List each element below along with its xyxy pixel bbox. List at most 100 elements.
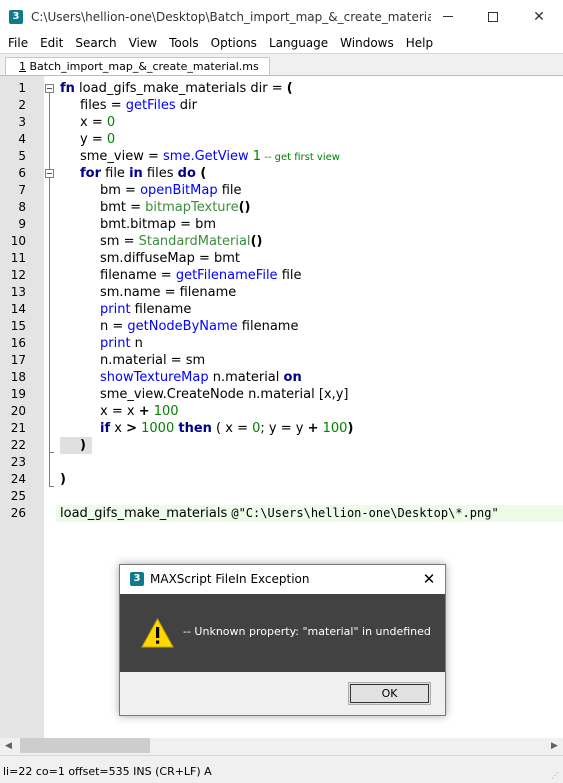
ok-button[interactable]: OK [348,682,431,705]
line-number: 9 [18,217,26,231]
window-title: C:\Users\hellion-one\Desktop\Batch_impor… [31,9,431,24]
tab-label: Batch_import_map_&_create_material.ms [26,60,259,73]
code-text: sme_view.CreateNode n.material [x,y] [100,387,349,402]
status-text: li=22 co=1 offset=535 INS (CR+LF) A [3,765,212,778]
code-line: 3 x = 0 [0,114,563,131]
bracket: () [238,200,251,215]
menu-tools[interactable]: Tools [163,36,205,50]
dialog-body: -- Unknown property: "material" in undef… [120,594,445,672]
code-line: 13 sm.name = filename [0,284,563,301]
keyword: then [178,421,212,436]
maximize-icon [488,11,498,22]
dialog-close-button[interactable]: ✕ [419,569,439,589]
code-text: n.material [208,370,284,385]
line-number: 12 [10,268,26,282]
code-text: file [277,268,302,283]
tab-script-file[interactable]: 1 Batch_import_map_&_create_material.ms [5,57,270,76]
line-number: 1 [18,81,26,95]
code-comment: -- get first view [261,152,340,163]
function-name: sme.GetView [163,149,249,164]
menu-view[interactable]: View [123,36,163,50]
line-number: 4 [18,132,26,146]
code-line: 25 [0,488,563,505]
scroll-right-icon[interactable]: ▶ [546,738,563,755]
code-text: file [101,166,130,181]
code-text: load_gifs_make_materials dir = [74,81,287,96]
tab-accelerator: 1 [19,60,26,73]
class-name: bitmapTexture [145,200,239,215]
scrollbar-thumb[interactable] [20,738,150,753]
code-line: 2 files = getFiles dir [0,97,563,114]
line-number: 8 [18,200,26,214]
code-line: 15 n = getNodeByName filename [0,318,563,335]
menu-help[interactable]: Help [400,36,439,50]
keyword: for [80,166,101,181]
menu-language[interactable]: Language [263,36,334,50]
close-button[interactable]: ✕ [516,0,562,33]
code-line: 17 n.material = sm [0,352,563,369]
menu-options[interactable]: Options [205,36,263,50]
scroll-left-icon[interactable]: ◀ [0,738,17,755]
line-number: 25 [10,489,26,503]
dialog-titlebar[interactable]: 3 MAXScript FileIn Exception ✕ [120,565,445,594]
code-text: sm.diffuseMap = bmt [100,251,241,266]
code-text: bm = [100,183,141,198]
code-text: sme_view = [80,149,164,164]
code-text: sm.name = filename [100,285,237,300]
code-line: 12 filename = getFilenameFile file [0,267,563,284]
function-name: getNodeByName [127,319,238,334]
function-name: openBitMap [140,183,218,198]
dialog-message: -- Unknown property: "material" in undef… [183,625,431,638]
menu-windows[interactable]: Windows [334,36,400,50]
code-text: x = [80,115,107,130]
function-name: getFiles [125,98,176,113]
line-number: 3 [18,115,26,129]
resize-grip-icon[interactable]: ⋰ [551,771,561,781]
number-literal: 100 [149,404,179,419]
code-line: 8 bmt = bitmapTexture() [0,199,563,216]
code-line: 9 bmt.bitmap = bm [0,216,563,233]
line-number: 24 [10,472,26,486]
code-line: 11 sm.diffuseMap = bmt [0,250,563,267]
code-line: 16 print n [0,335,563,352]
tab-strip: 1 Batch_import_map_&_create_material.ms [0,53,563,76]
menu-search[interactable]: Search [69,36,122,50]
line-number: 26 [10,506,26,520]
code-line: 4 y = 0 [0,131,563,148]
code-line: 24) [0,471,563,488]
code-line: 5 sme_view = sme.GetView 1 -- get first v… [0,148,563,165]
minimize-button[interactable] [425,0,471,33]
line-number: 5 [18,149,26,163]
horizontal-scrollbar[interactable]: ◀ ▶ [0,738,563,755]
code-line: 1 fn load_gifs_make_materials dir = ( [0,80,563,97]
line-number: 18 [10,370,26,384]
code-line: 19 sme_view.CreateNode n.material [x,y] [0,386,563,403]
maximize-button[interactable] [470,0,516,33]
menu-file[interactable]: File [2,36,34,50]
window-titlebar[interactable]: 3 C:\Users\hellion-one\Desktop\Batch_imp… [0,0,563,33]
code-line: 6 for file in files do ( [0,165,563,182]
code-text: load_gifs_make_materials [60,506,232,521]
line-number: 22 [10,438,26,452]
number-literal: 100 [318,421,348,436]
code-line: 10 sm = StandardMaterial() [0,233,563,250]
code-line: 26 load_gifs_make_materials @"C:\Users\he… [0,505,563,522]
bracket: ) [347,421,354,436]
function-name: getFilenameFile [175,268,278,283]
keyword: on [283,370,302,385]
dialog-title: MAXScript FileIn Exception [150,572,310,586]
app-logo-icon: 3 [9,9,23,24]
bracket-match: ) [80,438,86,453]
menu-edit[interactable]: Edit [34,36,69,50]
code-text: sm = [100,234,139,249]
keyword: do [177,166,196,181]
operator: > [126,421,137,436]
code-line: 21 if x > 1000 then ( x = 0; y = y + 100) [0,420,563,437]
number-literal: 1000 [137,421,179,436]
operator: + [138,404,150,419]
code-text: dir [175,98,197,113]
code-text: bmt = [100,200,146,215]
function-name: print [100,302,131,317]
exception-dialog: 3 MAXScript FileIn Exception ✕ -- Unknow… [119,564,446,716]
operator: + [307,421,319,436]
